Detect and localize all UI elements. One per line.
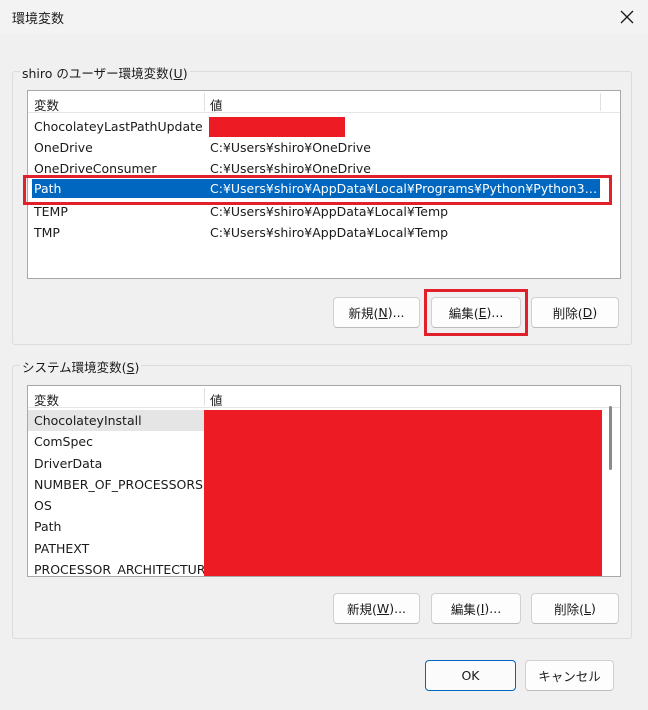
- variable-name: ChocolateyLastPathUpdate: [34, 119, 203, 134]
- variable-value: C:¥Users¥shiro¥AppData¥Local¥Temp: [210, 204, 449, 219]
- user-delete-button[interactable]: 削除(D): [531, 297, 619, 328]
- variable-name: OneDriveConsumer: [34, 161, 157, 176]
- variable-name: OneDrive: [34, 140, 93, 155]
- title-bar: 環境変数: [0, 0, 648, 34]
- variable-value: C:¥Users¥shiro¥OneDrive: [210, 140, 371, 155]
- user-group-label: shiro のユーザー環境変数(U): [20, 63, 190, 82]
- variable-name: OS: [34, 498, 52, 513]
- ok-button[interactable]: OK: [425, 660, 516, 691]
- table-row[interactable]: TMP C:¥Users¥shiro¥AppData¥Local¥Temp: [28, 222, 620, 243]
- variable-name: PATHEXT: [34, 541, 90, 556]
- variable-value: C:¥Users¥shiro¥AppData¥Local¥Programs¥Py…: [210, 181, 598, 196]
- variable-name: ComSpec: [34, 434, 93, 449]
- list-header: 変数 値: [28, 91, 620, 113]
- column-header-value[interactable]: 値: [210, 390, 223, 409]
- variable-name: TMP: [34, 225, 60, 240]
- variable-name: PROCESSOR_ARCHITECTURE: [34, 562, 214, 577]
- system-delete-button[interactable]: 削除(L): [531, 593, 619, 624]
- user-variables-list[interactable]: 変数 値 ChocolateyLastPathUpdate OneDrive C…: [27, 90, 621, 279]
- variable-name: DriverData: [34, 456, 103, 471]
- system-edit-button[interactable]: 編集(I)...: [431, 593, 521, 624]
- redacted-value: [209, 117, 345, 137]
- table-row[interactable]: OneDriveConsumer C:¥Users¥shiro¥OneDrive: [28, 158, 620, 179]
- list-header: 変数 値: [28, 386, 620, 408]
- variable-name: ChocolateyInstall: [34, 413, 142, 428]
- table-row-selected[interactable]: Path C:¥Users¥shiro¥AppData¥Local¥Progra…: [32, 179, 600, 198]
- system-group-label: システム環境変数(S): [20, 357, 142, 376]
- table-row[interactable]: ChocolateyLastPathUpdate: [28, 116, 620, 137]
- user-edit-button[interactable]: 編集(E)...: [431, 297, 521, 328]
- table-row[interactable]: TEMP C:¥Users¥shiro¥AppData¥Local¥Temp: [28, 201, 620, 222]
- cancel-button[interactable]: キャンセル: [525, 660, 614, 691]
- user-new-button[interactable]: 新規(N)...: [333, 297, 420, 328]
- scrollbar-thumb[interactable]: [609, 406, 612, 470]
- close-icon: [620, 10, 634, 24]
- system-new-button[interactable]: 新規(W)...: [333, 593, 420, 624]
- variable-value: C:¥Users¥shiro¥AppData¥Local¥Temp: [210, 225, 449, 240]
- close-button[interactable]: [614, 4, 640, 30]
- variable-name: Path: [34, 519, 62, 534]
- column-header-value[interactable]: 値: [210, 95, 223, 114]
- column-header-name[interactable]: 変数: [34, 95, 59, 114]
- system-variables-list[interactable]: 変数 値 ChocolateyInstall ComSpec DriverDat…: [27, 385, 621, 577]
- column-header-name[interactable]: 変数: [34, 390, 59, 409]
- variable-value: C:¥Users¥shiro¥OneDrive: [210, 161, 371, 176]
- variable-name: TEMP: [34, 204, 68, 219]
- redacted-values: [204, 410, 602, 576]
- variable-name: Path: [34, 181, 62, 196]
- table-row[interactable]: OneDrive C:¥Users¥shiro¥OneDrive: [28, 137, 620, 158]
- window-title: 環境変数: [12, 12, 65, 27]
- variable-name: NUMBER_OF_PROCESSORS: [34, 477, 203, 492]
